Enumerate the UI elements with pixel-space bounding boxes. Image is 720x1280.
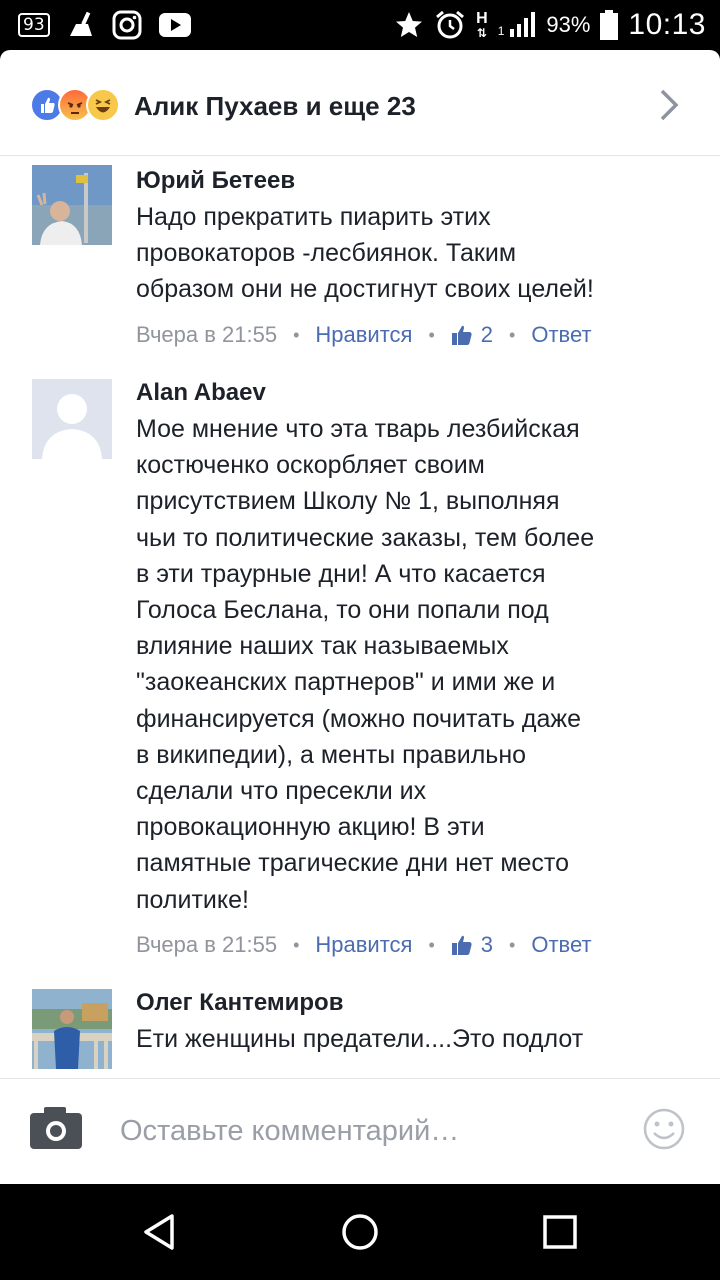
star-icon [396,12,423,37]
status-left: 93 [18,8,192,42]
home-icon[interactable] [340,1212,380,1252]
alarm-icon [436,10,465,39]
comment-body: Alan Abaev Мое мнение что эта тварь лезб… [136,375,696,960]
recent-apps-icon[interactable] [542,1212,578,1252]
instagram-icon [112,10,142,40]
avatar[interactable] [32,989,112,1069]
comment-body: Олег Кантемиров Ети женщины предатели...… [136,985,696,1057]
reaction-icons [30,88,120,122]
emoji-icon[interactable] [642,1107,686,1151]
sim-slot: 1 [497,24,505,38]
comment-body: Юрий Бетеев Надо прекратить пиарить этих… [136,163,696,350]
separator-dot: • [509,324,516,345]
network-type-icon: H ⇅ [476,10,488,40]
clock: 10:13 [628,8,706,41]
comments-list[interactable]: Юрий Бетеев Надо прекратить пиарить этих… [0,157,720,1077]
comments-sheet: Алик Пухаев и еще 23 Юрий Бетеев Надо пр… [0,50,720,1184]
comment-author[interactable]: Alan Abaev [136,375,696,411]
chevron-right-icon[interactable] [654,88,684,122]
avatar-photo [32,165,112,245]
comment-author[interactable]: Юрий Бетеев [136,163,696,199]
separator-dot: • [509,934,516,955]
avatar[interactable] [32,379,112,459]
like-count[interactable]: 3 [451,930,493,960]
separator-dot: • [428,324,435,345]
comment-meta: Вчера в 21:55 • Нравится • 2 • Ответ [136,320,696,350]
network-letter: H [476,10,488,27]
back-icon[interactable] [140,1212,180,1252]
comment-item: Юрий Бетеев Надо прекратить пиарить этих… [0,157,720,357]
thumbs-up-icon [451,935,472,955]
signal-icon [510,12,536,37]
separator-dot: • [428,934,435,955]
comment-meta: Вчера в 21:55 • Нравится • 3 • Ответ [136,930,696,960]
avatar[interactable] [32,165,112,245]
reply-button[interactable]: Ответ [531,320,591,350]
navigation-bar [0,1184,720,1280]
status-bar: 93 H ⇅ 1 93% 10:13 [0,0,720,50]
default-avatar-icon [32,379,112,459]
avatar-photo [32,989,112,1069]
comment-text: Мое мнение что эта тварь лезбийская кост… [136,415,595,914]
thumbs-up-icon [451,325,472,345]
comment-text: Надо прекратить пиарить этих провокаторо… [136,203,594,304]
comment-time: Вчера в 21:55 [136,931,278,957]
camera-icon[interactable] [30,1105,82,1149]
separator-dot: • [293,934,300,955]
like-button[interactable]: Нравится [315,320,412,350]
youtube-icon [158,13,191,37]
like-count[interactable]: 2 [451,320,493,350]
like-count-value: 2 [480,321,494,347]
like-button[interactable]: Нравится [315,930,412,960]
separator-dot: • [293,324,300,345]
comment-item: Alan Abaev Мое мнение что эта тварь лезб… [0,373,720,973]
status-right: H ⇅ 1 93% 10:13 [394,8,706,42]
notification-count-icon: 93 [18,13,50,37]
comment-author[interactable]: Олег Кантемиров [136,985,696,1021]
cleaner-icon [69,11,92,36]
battery-percent: 93% [546,12,591,37]
comment-composer [0,1078,720,1184]
comment-item: Олег Кантемиров Ети женщины предатели...… [0,983,720,1077]
comment-input[interactable] [120,1109,600,1153]
like-count-value: 3 [480,931,494,957]
comment-text: Ети женщины предатели....Это подлот [136,1025,584,1053]
battery-icon [600,10,619,40]
reactors-summary[interactable]: Алик Пухаев и еще 23 [134,86,416,126]
reply-button[interactable]: Ответ [531,930,591,960]
haha-reaction-icon [86,88,120,122]
comment-time: Вчера в 21:55 [136,321,278,347]
reactions-header[interactable]: Алик Пухаев и еще 23 [0,50,720,156]
